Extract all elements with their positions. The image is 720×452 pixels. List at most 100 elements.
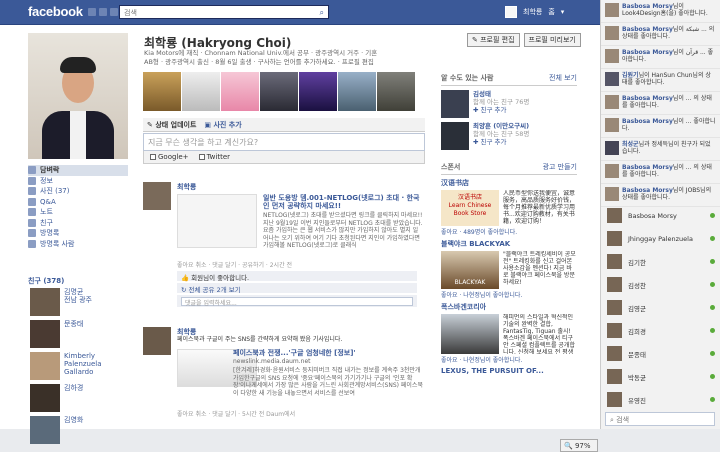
friend-item[interactable]: 문종태 xyxy=(30,320,130,348)
notes-icon xyxy=(28,208,36,217)
nav-info[interactable]: 정보 xyxy=(28,176,128,187)
ad-image[interactable]: BLACKYAK xyxy=(441,251,499,289)
pymk-header: 알 수도 있는 사람 xyxy=(441,74,494,82)
tab-photo[interactable]: ▣ 사진 추가 xyxy=(204,120,241,129)
friend-photo xyxy=(30,288,60,316)
strip-photo[interactable] xyxy=(377,72,415,111)
nav-photos[interactable]: 사진 (37) xyxy=(28,186,128,197)
user-name-link[interactable]: 최학룡 xyxy=(523,7,542,17)
zoom-indicator[interactable]: 🔍 97% xyxy=(560,439,598,452)
story-author[interactable]: 최학룡 xyxy=(177,182,196,192)
strip-photo[interactable] xyxy=(143,72,181,111)
like-summary: 👍 회원님이 좋아합니다. xyxy=(177,271,417,282)
add-friend-button[interactable]: ✚ 친구 추가 xyxy=(473,106,529,114)
strip-photo[interactable] xyxy=(182,72,220,111)
comment-box[interactable]: 댓글을 입력하세요... xyxy=(177,295,417,307)
ticker-item[interactable]: 김원기님이 HanSun Chun님의 상태를 좋아합니다. xyxy=(601,69,720,92)
nav-notes[interactable]: 노트 xyxy=(28,207,128,218)
ad-item[interactable]: 해피먼의 스타일과 혁신적인 기술의 완벽한 결합, FantasTig, Ti… xyxy=(441,314,577,354)
search-input[interactable]: 검색 ⌕ xyxy=(119,5,329,19)
ad-like[interactable]: 좋아요 · 나현정님이 좋아합니다. xyxy=(441,355,577,364)
ad-title[interactable]: LEXUS, THE PURSUIT OF... xyxy=(441,367,577,375)
feed-story: 최학룡 일반 도용방 뎀.001-NETLOG(넷로그) 초대 · 한국인 먼저… xyxy=(143,182,425,322)
chat-contact[interactable]: Basbosa Morsy xyxy=(601,204,720,227)
chat-list: Basbosa Morsy Jhinggay Palenzuela 김기한 김성… xyxy=(601,204,720,411)
friend-item[interactable]: 김명균 전남 광주 xyxy=(30,288,130,316)
strip-photo[interactable] xyxy=(221,72,259,111)
link-thumbnail[interactable] xyxy=(177,194,257,248)
see-all-link[interactable]: 전체 보기 xyxy=(549,73,577,83)
ticker-item[interactable]: Basbosa Morsy님이 شبكة ... 의 상태를 좋아합니다. xyxy=(601,23,720,46)
online-icon xyxy=(710,259,715,264)
ticker-item[interactable]: Basbosa Morsy님이 ... 의 상태를 좋아합니다. xyxy=(601,161,720,184)
nav-guestbook[interactable]: 방명록 xyxy=(28,228,128,239)
chat-search-input[interactable]: ⌕ 검색 xyxy=(605,412,715,426)
strip-photo[interactable] xyxy=(260,72,298,111)
chat-contact[interactable]: 유영진 xyxy=(601,388,720,411)
chat-contact[interactable]: 문종태 xyxy=(601,342,720,365)
person-photo[interactable] xyxy=(441,122,469,150)
ticker-item[interactable]: Basbosa Morsy님이 Look4Design홈(을) 좋아합니다. xyxy=(601,0,720,23)
user-avatar[interactable] xyxy=(505,6,517,18)
ad-item[interactable]: 汉语书店 Learn Chinese Book Store 人民币型你送我便宜，… xyxy=(441,190,577,226)
add-friend-button[interactable]: ✚ 친구 추가 xyxy=(473,138,529,146)
profile-nav: 담벼락 정보 사진 (37) Q&A 노트 친구 방명록 방명록 사람 xyxy=(28,165,128,249)
ad-title[interactable]: 블랙야크 BLACKYAK xyxy=(441,239,577,249)
friend-item[interactable]: 김하경 xyxy=(30,384,130,412)
messages-icon[interactable] xyxy=(99,8,107,16)
link-title[interactable]: 페이스북과 전쟁...'구글 엄청네한 [정보]' xyxy=(233,349,393,357)
author-avatar[interactable] xyxy=(143,327,171,355)
chat-contact[interactable]: 박동균 xyxy=(601,365,720,388)
nav-friends[interactable]: 친구 xyxy=(28,218,128,229)
top-bar: facebook 검색 ⌕ 최학룡 홈 ▾ xyxy=(0,0,600,25)
story-meta[interactable]: 좋아요 취소 · 댓글 달기 · 5시간 전 Daum에서 xyxy=(177,409,295,418)
ad-title[interactable]: 汉语书店 xyxy=(441,178,577,188)
nav-wall[interactable]: 담벼락 xyxy=(28,165,128,176)
search-icon[interactable]: ⌕ xyxy=(320,8,324,18)
author-avatar[interactable] xyxy=(143,182,171,210)
ticker-item[interactable]: 최성군님과 정세득님이 친구가 되었습니다. xyxy=(601,138,720,161)
share-count[interactable]: ↻ 전체 공유 2개 보기 xyxy=(177,283,417,294)
nav-qa[interactable]: Q&A xyxy=(28,197,128,208)
friend-photo xyxy=(30,352,60,380)
create-ad-link[interactable]: 광고 만들기 xyxy=(543,162,577,172)
story-meta[interactable]: 좋아요 취소 · 댓글 달기 · 공유하기 · 2시간 전 xyxy=(177,260,292,269)
friend-item[interactable]: 김영화 xyxy=(30,416,130,444)
status-input[interactable]: 지금 무슨 생각을 하고 계신가요? xyxy=(143,133,425,151)
home-link[interactable]: 홈 xyxy=(548,7,554,17)
online-icon xyxy=(710,397,715,402)
chat-contact[interactable]: 김희경 xyxy=(601,319,720,342)
ad-title[interactable]: 폭스바겐코리아 xyxy=(441,302,577,312)
friend-requests-icon[interactable] xyxy=(88,8,96,16)
comment-input[interactable]: 댓글을 입력하세요... xyxy=(181,297,413,307)
nav-guestbook-people[interactable]: 방명록 사람 xyxy=(28,239,128,250)
ad-like[interactable]: 좋아요 · 489명이 좋아합니다. xyxy=(441,227,577,236)
friend-item[interactable]: Kimberly Palenzuela Gallardo xyxy=(30,352,130,380)
ad-image[interactable] xyxy=(441,314,499,354)
edit-profile-button[interactable]: ✎ 프로필 편집 xyxy=(467,33,520,47)
person-photo[interactable] xyxy=(441,90,469,118)
tab-status[interactable]: ✎ 상태 업데이트 xyxy=(147,120,196,129)
preview-profile-button[interactable]: 프로필 미리보기 xyxy=(523,33,581,47)
chat-contact[interactable]: 김성찬 xyxy=(601,273,720,296)
ad-image[interactable]: 汉语书店 Learn Chinese Book Store xyxy=(441,190,499,226)
ticker-item[interactable]: Basbosa Morsy님이 ... 좋아합니다. xyxy=(601,115,720,138)
ticker-item[interactable]: Basbosa Morsy님이 قرآن ... 좋아합니다. xyxy=(601,46,720,69)
chat-contact[interactable]: 김기한 xyxy=(601,250,720,273)
chat-contact[interactable]: 김영군 xyxy=(601,296,720,319)
facebook-logo[interactable]: facebook xyxy=(28,4,83,19)
account-dropdown-icon[interactable]: ▾ xyxy=(561,8,565,16)
online-icon xyxy=(710,374,715,379)
friends-header[interactable]: 친구 (378) xyxy=(28,276,64,286)
strip-photo[interactable] xyxy=(299,72,337,111)
chat-contact[interactable]: Jhinggay Palenzuela xyxy=(601,227,720,250)
ticker-item[interactable]: Basbosa Morsy님이 ... 의 상태를 좋아합니다. xyxy=(601,92,720,115)
ad-item[interactable]: BLACKYAK "블랙야크 트레킹세비이 공모전" 트레킹화를 신고 걸어본 … xyxy=(441,251,577,289)
strip-photo[interactable] xyxy=(338,72,376,111)
notifications-icon[interactable] xyxy=(110,8,118,16)
google-plus-checkbox[interactable]: Google+ xyxy=(150,153,189,161)
link-title[interactable]: 일반 도용방 뎀.001-NETLOG(넷로그) 초대 · 한국인 먼저 공략하… xyxy=(263,194,423,210)
ad-like[interactable]: 좋아요 · 나현정님이 좋아합니다. xyxy=(441,290,577,299)
twitter-checkbox[interactable]: Twitter xyxy=(198,153,230,161)
profile-picture[interactable] xyxy=(28,33,128,159)
